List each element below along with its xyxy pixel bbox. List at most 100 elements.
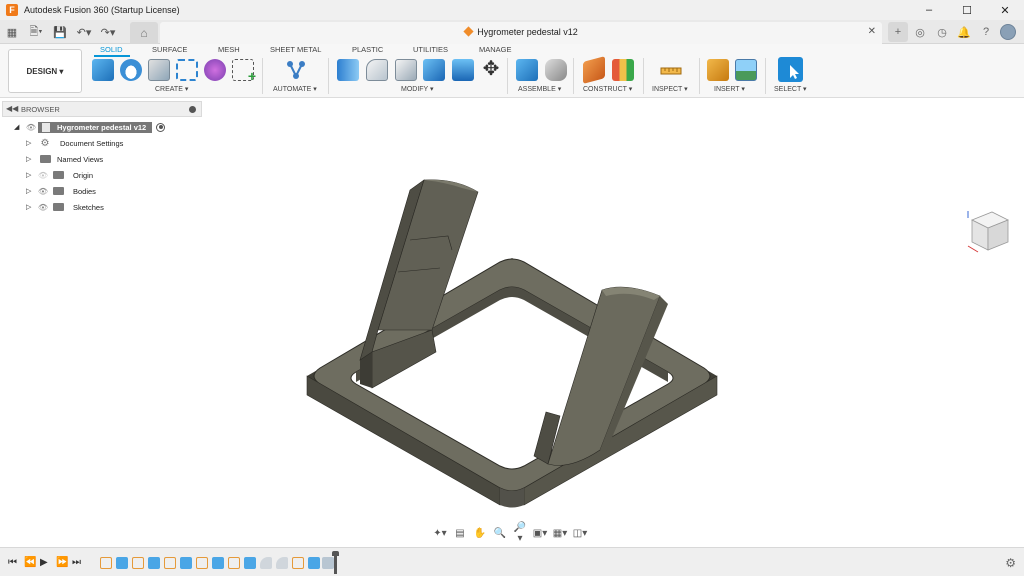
automate-icon[interactable]	[285, 59, 307, 81]
group-create[interactable]: CREATE ▾	[155, 85, 188, 93]
new-tab-icon[interactable]: +	[888, 22, 908, 42]
group-automate[interactable]: AUTOMATE ▾	[273, 85, 317, 93]
document-tab[interactable]: Hygrometer pedestal v12 ✕	[160, 22, 882, 44]
pan-icon[interactable]: ✋	[472, 528, 488, 539]
tab-solid[interactable]: SOLID	[100, 45, 123, 54]
timeline-fillet-icon[interactable]	[276, 557, 288, 569]
close-tab-icon[interactable]: ✕	[868, 26, 876, 37]
fit-icon[interactable]: 🔎▾	[512, 522, 528, 544]
tab-manage[interactable]: MANAGE	[479, 45, 512, 54]
view-cube[interactable]	[964, 206, 1014, 258]
timeline-sketch-icon[interactable]	[164, 557, 176, 569]
step-back-icon[interactable]: ⏪	[24, 557, 36, 568]
minimize-icon[interactable]: –	[910, 0, 948, 20]
tab-surface[interactable]: SURFACE	[152, 45, 187, 54]
timeline-sketch-icon[interactable]	[196, 557, 208, 569]
visibility-eye-icon[interactable]: 👁	[36, 171, 50, 180]
expand-triangle-icon[interactable]: ▷	[26, 155, 36, 163]
joint-icon[interactable]	[545, 59, 567, 81]
go-to-start-icon[interactable]: ⏮	[8, 557, 17, 568]
group-insert[interactable]: INSERT ▾	[714, 85, 745, 93]
tab-utilities[interactable]: UTILITIES	[413, 45, 448, 54]
combine-icon[interactable]	[423, 59, 445, 81]
group-modify[interactable]: MODIFY ▾	[401, 85, 434, 93]
create-sketch-icon[interactable]	[120, 59, 142, 81]
step-forward-icon[interactable]: ⏩	[56, 557, 68, 568]
move-copy-icon[interactable]: ✥	[480, 59, 502, 81]
go-to-end-icon[interactable]: ⏭	[72, 557, 81, 568]
file-icon[interactable]: 🗎▾	[24, 20, 48, 44]
help-icon[interactable]: ?	[976, 22, 996, 42]
timeline-extrude-icon[interactable]	[116, 557, 128, 569]
visibility-eye-icon[interactable]: 👁	[36, 203, 50, 212]
close-icon[interactable]: ✕	[986, 0, 1024, 20]
look-at-icon[interactable]: ▤	[452, 528, 468, 539]
expand-triangle-icon[interactable]: ▷	[26, 139, 36, 147]
group-assemble[interactable]: ASSEMBLE ▾	[518, 85, 561, 93]
tab-mesh[interactable]: MESH	[218, 45, 240, 54]
timeline-extrude-icon[interactable]	[180, 557, 192, 569]
notifications-icon[interactable]: 🔔	[954, 22, 974, 42]
extensions-icon[interactable]: ◎	[910, 22, 930, 42]
play-icon[interactable]: ▶	[40, 557, 48, 568]
tree-item-origin[interactable]: ▷ 👁 Origin	[26, 168, 93, 182]
display-settings-icon[interactable]: ▣▾	[532, 528, 548, 539]
tab-sheet-metal[interactable]: SHEET METAL	[270, 45, 321, 54]
select-icon[interactable]	[778, 57, 803, 82]
timeline-sketch-icon[interactable]	[292, 557, 304, 569]
pin-icon[interactable]	[189, 106, 196, 113]
collapse-panel-icon[interactable]: ◀◀	[6, 104, 18, 113]
visibility-eye-icon[interactable]: 👁	[24, 123, 38, 132]
tree-item-document-settings[interactable]: ▷ ⚙ Document Settings	[26, 136, 123, 150]
shell-icon[interactable]	[395, 59, 417, 81]
new-component-assemble-icon[interactable]	[516, 59, 538, 81]
viewports-icon[interactable]: ◫▾	[572, 528, 588, 539]
redo-icon[interactable]: ↷▾	[96, 20, 120, 44]
browser-root[interactable]: ◢ 👁 Hygrometer pedestal v12	[14, 120, 166, 134]
tab-plastic[interactable]: PLASTIC	[352, 45, 383, 54]
insert-svg-icon[interactable]	[707, 59, 729, 81]
activate-radio-icon[interactable]	[156, 122, 166, 132]
group-construct[interactable]: CONSTRUCT ▾	[583, 85, 632, 93]
tree-item-named-views[interactable]: ▷ Named Views	[26, 152, 103, 166]
timeline-fillet-icon[interactable]	[260, 557, 272, 569]
timeline-extrude-icon[interactable]	[244, 557, 256, 569]
workspace-switcher[interactable]: DESIGN ▾	[8, 49, 82, 93]
timeline-sketch-icon[interactable]	[228, 557, 240, 569]
split-body-icon[interactable]	[452, 59, 474, 81]
timeline-settings-gear-icon[interactable]: ⚙	[1005, 556, 1016, 570]
tree-item-sketches[interactable]: ▷ 👁 Sketches	[26, 200, 104, 214]
orbit-icon[interactable]: ✦▾	[432, 528, 448, 539]
avatar[interactable]	[998, 22, 1018, 42]
model-viewport[interactable]	[0, 98, 1024, 544]
save-icon[interactable]: 💾	[48, 20, 72, 44]
timeline-marker[interactable]	[332, 551, 339, 574]
midplane-icon[interactable]	[612, 59, 634, 81]
app-grid-icon[interactable]: ▦	[0, 20, 24, 44]
timeline-sketch-icon[interactable]	[100, 557, 112, 569]
expand-triangle-icon[interactable]: ▷	[26, 203, 36, 211]
revolve-icon[interactable]	[176, 59, 198, 81]
root-component[interactable]: Hygrometer pedestal v12	[38, 121, 153, 133]
collapse-triangle-icon[interactable]: ◢	[14, 123, 24, 131]
offset-plane-icon[interactable]	[583, 56, 605, 84]
extrude-icon[interactable]	[148, 59, 170, 81]
timeline-extrude-icon[interactable]	[148, 557, 160, 569]
press-pull-icon[interactable]	[337, 59, 359, 81]
insert-canvas-icon[interactable]	[735, 59, 757, 81]
timeline-extrude-icon[interactable]	[308, 557, 320, 569]
measure-icon[interactable]	[660, 59, 682, 81]
grid-icon[interactable]: ▦▾	[552, 528, 568, 539]
timeline-feature-icon[interactable]	[322, 557, 334, 569]
tree-item-bodies[interactable]: ▷ 👁 Bodies	[26, 184, 96, 198]
form-icon[interactable]	[204, 59, 226, 81]
home-icon[interactable]: ⌂	[130, 22, 158, 44]
expand-triangle-icon[interactable]: ▷	[26, 171, 36, 179]
job-status-icon[interactable]: ◷	[932, 22, 952, 42]
fillet-icon[interactable]	[366, 59, 388, 81]
group-inspect[interactable]: INSPECT ▾	[652, 85, 688, 93]
undo-icon[interactable]: ↶▾	[72, 20, 96, 44]
zoom-icon[interactable]: 🔍	[492, 528, 508, 539]
visibility-eye-icon[interactable]: 👁	[36, 187, 50, 196]
timeline-sketch-icon[interactable]	[132, 557, 144, 569]
